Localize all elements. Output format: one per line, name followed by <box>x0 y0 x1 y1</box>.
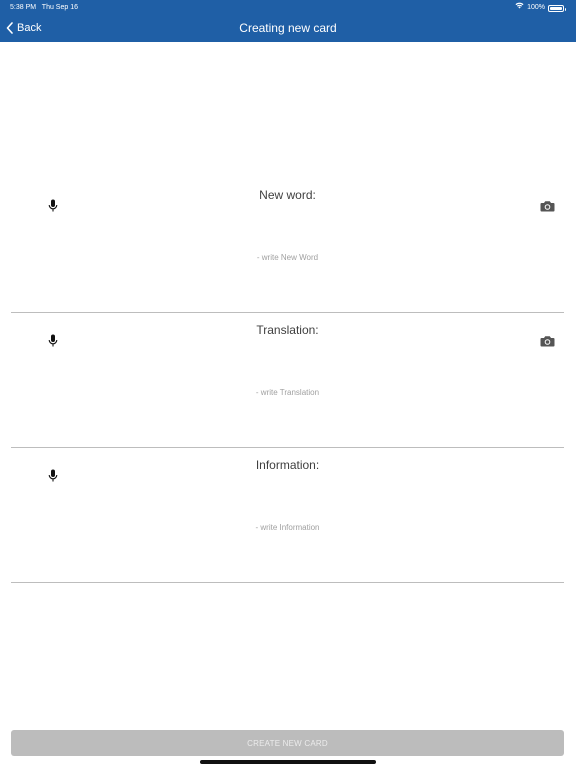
new-word-camera-button[interactable] <box>538 197 556 215</box>
status-time: 5:38 PM <box>10 4 37 11</box>
translation-section: Translation: <box>11 312 564 448</box>
home-indicator <box>200 760 376 764</box>
new-word-input[interactable] <box>111 249 464 265</box>
battery-icon <box>548 4 566 12</box>
new-word-label: New word: <box>259 188 316 202</box>
new-word-section: New word: <box>11 177 564 313</box>
status-bar-right: 100% <box>515 2 566 14</box>
information-label: Information: <box>255 458 320 472</box>
camera-icon <box>540 201 554 212</box>
battery-percent: 100% <box>527 4 545 11</box>
page-title: Creating new card <box>239 21 337 35</box>
translation-input[interactable] <box>111 384 464 400</box>
navigation-bar: 5:38 PM Thu Sep 16 100% Back Creating ne… <box>0 0 576 42</box>
translation-camera-button[interactable] <box>538 332 556 350</box>
status-bar-left: 5:38 PM Thu Sep 16 <box>10 2 78 14</box>
create-new-card-button[interactable]: CREATE NEW CARD <box>11 730 564 756</box>
information-input[interactable] <box>111 519 464 535</box>
translation-label: Translation: <box>256 323 319 337</box>
information-section: Information: <box>11 447 564 583</box>
status-date: Thu Sep 16 <box>41 4 78 11</box>
camera-icon <box>540 336 554 347</box>
wifi-icon <box>515 2 524 14</box>
